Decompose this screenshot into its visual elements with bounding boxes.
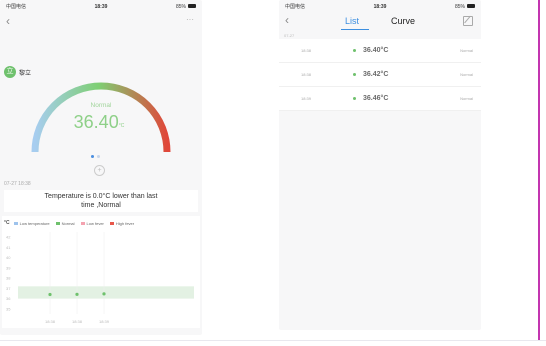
legend-low-fever: Low fever <box>80 220 104 226</box>
back-icon[interactable]: ‹ <box>6 13 10 29</box>
clock-label: 18:39 <box>373 3 387 10</box>
legend-swatch <box>80 221 85 225</box>
record-time: 18:38 <box>301 72 312 77</box>
legend-swatch <box>55 221 60 225</box>
y-tick-label: 37 <box>6 286 11 291</box>
legend-swatch <box>13 221 18 225</box>
list-date-header: 07-27 <box>284 33 295 38</box>
view-tabs: ‹ List Curve <box>279 13 481 30</box>
accent-border <box>538 0 540 340</box>
legend-low-temperature: Low temperature <box>13 220 50 226</box>
data-point <box>102 292 106 296</box>
y-tick-label: 39 <box>6 265 11 270</box>
gauge-unit: °C <box>119 123 125 129</box>
legend-normal: Normal <box>55 220 75 226</box>
legend-label: Normal <box>61 220 75 226</box>
add-record-button[interactable]: + <box>94 165 105 176</box>
x-tick-label: 18:38 <box>72 319 83 324</box>
legend-label: Low temperature <box>19 220 50 226</box>
chart-unit: °C <box>4 220 10 226</box>
battery-icon <box>187 4 196 9</box>
page-dot <box>97 155 100 158</box>
message-line-2: time ,Normal <box>81 202 121 209</box>
carrier-label: 中国电信 <box>6 4 27 10</box>
battery-indicator: 85% <box>455 4 475 10</box>
main-screen: 中国电信 18:39 85% ‹ ··· 立 黎立 Normal 36.40°C… <box>0 0 202 335</box>
legend-label: High fever <box>115 220 135 226</box>
status-bar: 中国电信 18:39 85% <box>279 0 481 13</box>
record-time: 18:39 <box>301 96 312 101</box>
list-item[interactable]: 18:38 36.40°C Normal <box>279 39 481 63</box>
comparison-message: Temperature is 0.0°C lower than last tim… <box>4 190 198 212</box>
carrier-label: 中国电信 <box>285 4 306 10</box>
chart-legend: °C Low temperature Normal Low fever High… <box>4 220 200 226</box>
more-icon[interactable]: ··· <box>186 13 194 27</box>
temperature-gauge: Normal 36.40°C <box>31 82 171 153</box>
legend-label: Low fever <box>86 220 104 226</box>
normal-range-band <box>18 286 194 299</box>
page-indicator <box>91 155 100 158</box>
message-line-1: Temperature is 0.0°C lower than last <box>44 193 158 200</box>
clock-label: 18:39 <box>94 3 108 10</box>
page-divider <box>0 340 546 341</box>
record-value: 36.42°C <box>363 71 389 78</box>
x-tick-label: 18:39 <box>99 319 110 324</box>
back-icon[interactable]: ‹ <box>285 12 289 28</box>
gauge-value-number: 36.40 <box>74 112 119 132</box>
battery-icon <box>466 4 475 9</box>
y-tick-label: 38 <box>6 276 11 281</box>
history-screen: 中国电信 18:39 85% ‹ List Curve 07-27 18:38 … <box>279 0 481 330</box>
top-bar: ‹ ··· <box>0 13 202 29</box>
temperature-chart-card: °C Low temperature Normal Low fever High… <box>2 216 200 328</box>
y-tick-label: 36 <box>6 296 11 301</box>
edit-icon[interactable] <box>463 16 473 26</box>
legend-high-fever: High fever <box>109 220 135 226</box>
y-tick-label: 40 <box>6 255 11 260</box>
y-tick-label: 35 <box>6 306 11 311</box>
record-value: 36.46°C <box>363 95 389 102</box>
data-point <box>75 292 79 296</box>
tab-list[interactable]: List <box>345 16 359 26</box>
status-dot-icon <box>353 73 356 76</box>
record-status: Normal <box>460 72 473 77</box>
status-dot-icon <box>353 97 356 100</box>
list-item[interactable]: 18:38 36.42°C Normal <box>279 63 481 87</box>
record-time: 18:38 <box>301 48 312 53</box>
avatar: 立 <box>4 66 16 78</box>
data-point <box>48 292 52 297</box>
status-bar: 中国电信 18:39 85% <box>0 0 202 13</box>
battery-indicator: 85% <box>176 4 196 10</box>
y-tick-label: 42 <box>6 235 11 240</box>
page-dot-active <box>91 155 94 158</box>
record-status: Normal <box>460 96 473 101</box>
temperature-chart: 42 41 40 39 38 37 36 35 18:38 18:38 18:39 <box>6 232 194 324</box>
gauge-status: Normal <box>91 102 113 109</box>
y-tick-label: 41 <box>6 245 11 250</box>
list-item[interactable]: 18:39 36.46°C Normal <box>279 87 481 111</box>
status-dot-icon <box>353 49 356 52</box>
user-selector[interactable]: 立 黎立 <box>4 66 31 78</box>
active-tab-indicator <box>341 29 369 30</box>
record-status: Normal <box>460 48 473 53</box>
battery-percent: 85% <box>454 3 465 10</box>
record-value: 36.40°C <box>363 47 389 54</box>
battery-percent: 85% <box>175 3 186 10</box>
legend-swatch <box>109 221 114 225</box>
record-list: 18:38 36.40°C Normal 18:38 36.42°C Norma… <box>279 39 481 111</box>
tab-curve[interactable]: Curve <box>391 16 415 26</box>
record-time: 07-27 18:38 <box>4 181 31 187</box>
gauge-value: 36.40°C <box>74 112 125 132</box>
x-tick-label: 18:38 <box>45 319 56 324</box>
